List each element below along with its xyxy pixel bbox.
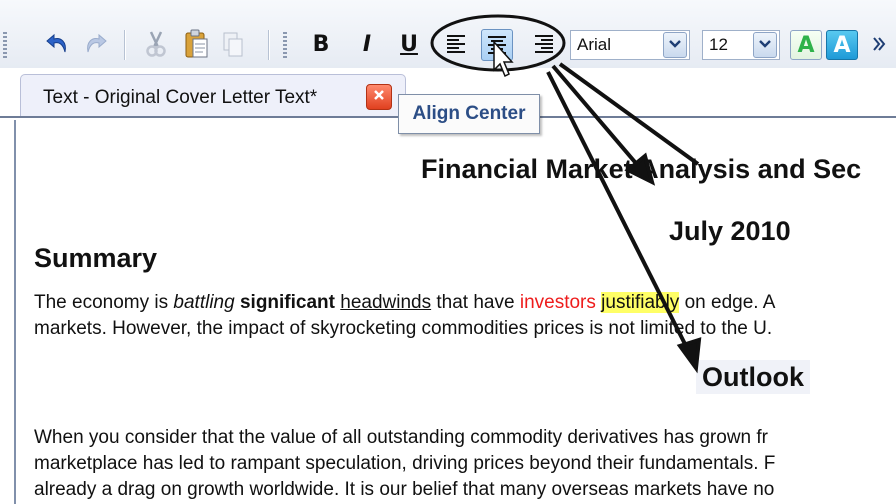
font-family-dropdown-button[interactable] bbox=[663, 32, 687, 58]
font-family-value: Arial bbox=[577, 35, 612, 54]
align-right-icon bbox=[533, 33, 555, 55]
toolbar-separator bbox=[268, 30, 269, 60]
copy-button[interactable] bbox=[216, 28, 250, 60]
align-center-tooltip: Align Center bbox=[398, 94, 540, 134]
document-editor[interactable]: Financial Market Analysis and Sec July 2… bbox=[0, 116, 896, 504]
toolbar-grip[interactable] bbox=[283, 32, 287, 58]
underline-button[interactable]: U bbox=[394, 28, 424, 60]
undo-button[interactable] bbox=[40, 28, 76, 60]
align-center-icon bbox=[486, 34, 508, 56]
copy-icon bbox=[221, 30, 245, 58]
outlook-heading-text: Outlook bbox=[696, 360, 810, 394]
cut-button[interactable] bbox=[138, 28, 174, 60]
outlook-paragraph-line-1: When you consider that the value of all … bbox=[34, 427, 768, 448]
editor-window: B I U Arial 12 A A Text - Original Cover… bbox=[0, 0, 896, 504]
formatting-toolbar: B I U Arial 12 A A bbox=[0, 0, 896, 68]
redo-icon bbox=[82, 32, 108, 56]
document-date: July 2010 bbox=[669, 216, 791, 246]
align-right-button[interactable] bbox=[529, 28, 559, 60]
redo-button[interactable] bbox=[78, 28, 112, 60]
font-size-select[interactable]: 12 bbox=[702, 30, 780, 60]
italic-button[interactable]: I bbox=[354, 28, 380, 60]
outlook-paragraph-line-2: marketplace has led to rampant speculati… bbox=[34, 453, 776, 474]
more-tools-button[interactable] bbox=[864, 28, 894, 60]
summary-paragraph-line-1: The economy is battling significant head… bbox=[34, 292, 776, 313]
undo-icon bbox=[45, 32, 71, 56]
align-center-button[interactable] bbox=[481, 29, 513, 61]
highlight-color-button[interactable]: A bbox=[826, 30, 858, 60]
outlook-paragraph-line-3: already a drag on growth worldwide. It i… bbox=[34, 479, 775, 500]
toolbar-grip[interactable] bbox=[3, 32, 7, 58]
chevron-down-icon bbox=[669, 36, 681, 54]
bold-button[interactable]: B bbox=[306, 28, 336, 60]
summary-heading: Summary bbox=[34, 243, 158, 273]
scissors-icon bbox=[144, 30, 168, 58]
clipboard-icon bbox=[183, 29, 209, 59]
document-tab[interactable]: Text - Original Cover Letter Text* bbox=[20, 74, 406, 117]
font-size-value: 12 bbox=[709, 35, 728, 54]
font-color-label: A bbox=[797, 32, 815, 58]
font-color-button[interactable]: A bbox=[790, 30, 822, 60]
document-page[interactable]: Financial Market Analysis and Sec July 2… bbox=[14, 120, 896, 504]
paste-button[interactable] bbox=[178, 28, 214, 60]
outlook-heading: Outlook bbox=[696, 360, 810, 394]
chevron-right-icon bbox=[872, 36, 886, 52]
font-size-dropdown-button[interactable] bbox=[753, 32, 777, 58]
summary-paragraph-line-2: markets. However, the impact of skyrocke… bbox=[34, 318, 773, 339]
close-icon bbox=[373, 88, 385, 106]
document-title: Financial Market Analysis and Sec bbox=[421, 154, 862, 184]
underline-label: U bbox=[400, 31, 418, 57]
chevron-down-icon bbox=[759, 36, 771, 54]
toolbar-separator bbox=[124, 30, 125, 60]
font-family-select[interactable]: Arial bbox=[570, 30, 690, 60]
align-left-icon bbox=[445, 33, 467, 55]
highlight-color-label: A bbox=[833, 32, 851, 58]
document-tab-label: Text - Original Cover Letter Text* bbox=[43, 87, 318, 108]
bold-label: B bbox=[312, 31, 330, 57]
tab-close-button[interactable] bbox=[366, 84, 392, 110]
italic-label: I bbox=[362, 31, 372, 57]
align-left-button[interactable] bbox=[441, 28, 471, 60]
